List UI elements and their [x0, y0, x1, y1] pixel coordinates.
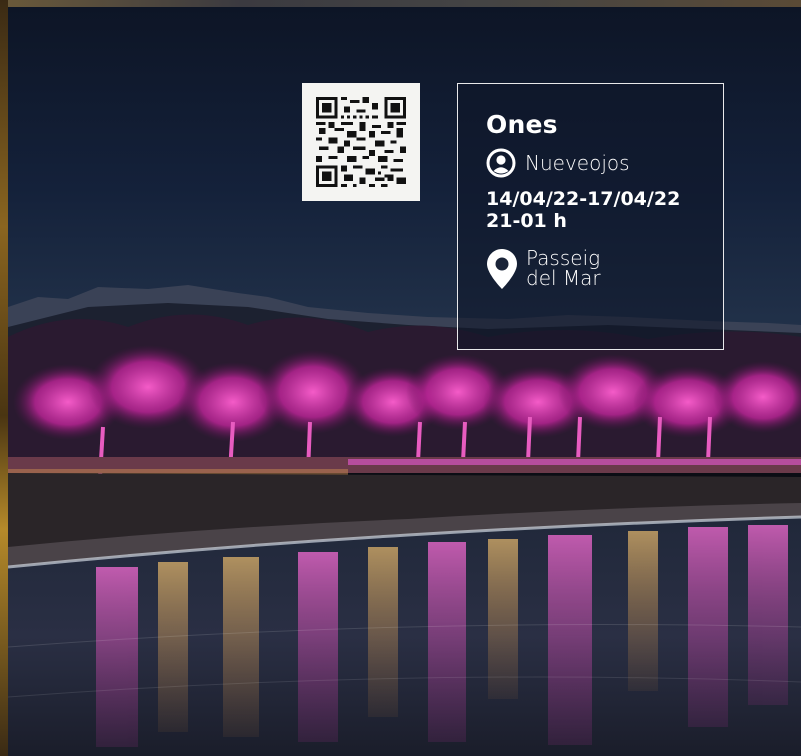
event-location-line1: Passeig: [526, 246, 601, 270]
qr-code-card[interactable]: [302, 83, 420, 201]
event-schedule: 14/04/22-17/04/22 21-01 h: [486, 188, 716, 232]
event-artist: Nueveojos: [525, 151, 630, 175]
event-location-line2: del Mar: [526, 266, 601, 290]
event-title: Ones: [486, 110, 558, 139]
user-circle-icon: [486, 148, 516, 178]
map-pin-icon: [487, 249, 517, 289]
event-dates: 14/04/22-17/04/22: [486, 188, 681, 210]
qr-code-image: [316, 97, 406, 187]
top-photo-strip: [0, 0, 801, 7]
event-info-box: Ones Nueveojos 14/04/22-17/04/22 21-01 h…: [457, 83, 724, 350]
event-artist-row: Nueveojos: [486, 148, 630, 178]
event-location-row: Passeig del Mar: [486, 248, 601, 290]
event-hours: 21-01 h: [486, 210, 567, 232]
event-location: Passeig del Mar: [526, 248, 601, 288]
left-photo-strip: [0, 0, 8, 756]
